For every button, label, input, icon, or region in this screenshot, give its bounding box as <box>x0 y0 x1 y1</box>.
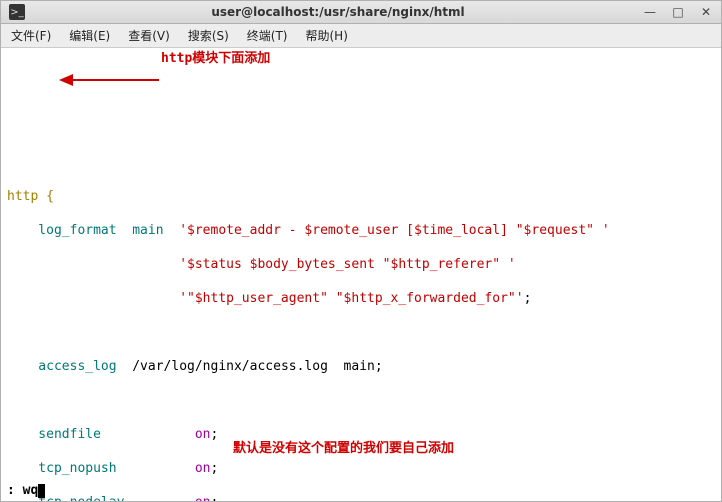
terminal-content[interactable]: http模块下面添加 http { log_format main '$remo… <box>1 48 721 501</box>
arrow-icon <box>59 71 159 89</box>
code-line: log_format main '$remote_addr - $remote_… <box>7 222 715 239</box>
code-line: access_log /var/log/nginx/access.log mai… <box>7 358 715 375</box>
annotation-top: http模块下面添加 <box>161 50 270 67</box>
code-line: '$status $body_bytes_sent "$http_referer… <box>7 256 715 273</box>
cursor-icon <box>38 484 45 498</box>
code-line: tcp_nopush on; <box>7 460 715 477</box>
terminal-window: >_ user@localhost:/usr/share/nginx/html … <box>0 0 722 502</box>
close-button[interactable]: ✕ <box>699 5 713 19</box>
code-line: '"$http_user_agent" "$http_x_forwarded_f… <box>7 290 715 307</box>
minimize-button[interactable]: — <box>643 5 657 19</box>
menu-view[interactable]: 查看(V) <box>128 27 170 44</box>
menubar: 文件(F) 编辑(E) 查看(V) 搜索(S) 终端(T) 帮助(H) <box>1 24 721 48</box>
menu-edit[interactable]: 编辑(E) <box>69 27 110 44</box>
maximize-button[interactable]: □ <box>671 5 685 19</box>
code-line: http { <box>7 188 715 205</box>
terminal-icon: >_ <box>9 4 25 20</box>
menu-terminal[interactable]: 终端(T) <box>247 27 288 44</box>
code-line <box>7 324 715 341</box>
menu-file[interactable]: 文件(F) <box>11 27 51 44</box>
code-line: tcp_nodelay on; <box>7 494 715 501</box>
menu-help[interactable]: 帮助(H) <box>306 27 348 44</box>
menu-search[interactable]: 搜索(S) <box>188 27 229 44</box>
window-controls: — □ ✕ <box>643 5 713 19</box>
code-line <box>7 154 715 171</box>
annotation-bottom: 默认是没有这个配置的我们要自己添加 <box>233 440 454 457</box>
code-line <box>7 392 715 409</box>
window-title: user@localhost:/usr/share/nginx/html <box>33 5 643 19</box>
vim-command-line[interactable]: : wq <box>1 482 45 499</box>
titlebar: >_ user@localhost:/usr/share/nginx/html … <box>1 1 721 24</box>
